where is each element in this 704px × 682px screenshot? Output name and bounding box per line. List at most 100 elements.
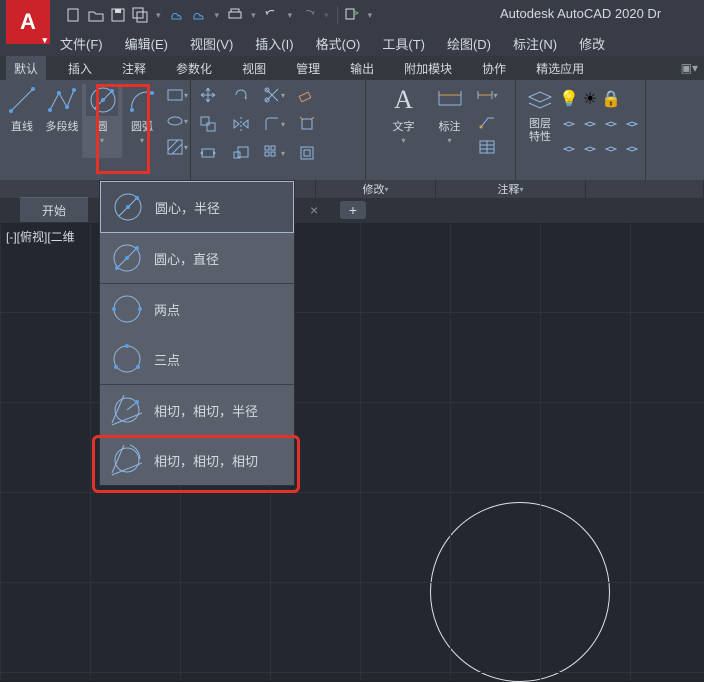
layer-icon[interactable] — [600, 113, 622, 135]
option-label: 圆心，半径 — [155, 198, 220, 217]
stretch-icon[interactable] — [197, 142, 219, 164]
copy-icon[interactable] — [197, 113, 219, 135]
cloud-open-icon[interactable] — [169, 7, 185, 23]
chevron-down-icon[interactable]: ▾ — [213, 10, 222, 21]
explode-icon[interactable] — [296, 113, 318, 135]
hatch-icon[interactable]: ▾ — [166, 136, 188, 158]
leader-icon[interactable] — [476, 110, 498, 132]
saveas-icon[interactable] — [132, 7, 148, 23]
circle-two-point[interactable]: 两点 — [100, 284, 294, 334]
panel-layers: 图层 特性 💡 ☀ 🔒 — [516, 80, 646, 180]
menu-file[interactable]: 文件(F) — [60, 34, 103, 53]
menu-dim[interactable]: 标注(N) — [513, 34, 557, 53]
open-icon[interactable] — [88, 7, 104, 23]
table-icon[interactable] — [476, 136, 498, 158]
line-button[interactable]: 直线 — [2, 84, 42, 158]
menu-draw[interactable]: 绘图(D) — [447, 34, 491, 53]
drawn-circle — [430, 502, 610, 682]
circle-center-diameter[interactable]: 圆心，直径 — [100, 233, 294, 283]
arc-button[interactable]: 圆弧 ▾ — [122, 84, 162, 158]
share-icon[interactable] — [344, 7, 360, 23]
linear-dim-icon[interactable]: ▾ — [476, 84, 498, 106]
layer-icon[interactable] — [558, 113, 580, 135]
option-label: 相切，相切，半径 — [154, 401, 258, 420]
line-label: 直线 — [11, 118, 33, 134]
option-label: 两点 — [154, 300, 180, 319]
tab-parametric[interactable]: 参数化 — [168, 56, 220, 81]
tab-start[interactable]: 开始 — [20, 197, 88, 223]
tab-manage[interactable]: 管理 — [288, 56, 328, 81]
circle-center-radius[interactable]: 圆心，半径 — [100, 181, 294, 233]
circle-button[interactable]: 圆 ▾ — [82, 84, 122, 158]
ribbon-options-icon[interactable]: ▣▾ — [681, 61, 698, 75]
tab-output[interactable]: 输出 — [342, 56, 382, 81]
tab-default[interactable]: 默认 — [6, 56, 46, 81]
layer-icon[interactable] — [621, 113, 643, 135]
ellipse-icon[interactable]: ▾ — [166, 110, 188, 132]
chevron-down-icon: ▾ — [140, 136, 144, 145]
tab-insert[interactable]: 插入 — [60, 56, 100, 81]
layer-icon[interactable] — [621, 138, 643, 160]
tab-view[interactable]: 视图 — [234, 56, 274, 81]
menu-edit[interactable]: 编辑(E) — [125, 34, 168, 53]
circle-three-point[interactable]: 三点 — [100, 334, 294, 384]
chevron-down-icon[interactable]: ▾ — [322, 10, 331, 21]
menu-modify[interactable]: 修改 — [579, 34, 605, 53]
array-icon[interactable]: ▾ — [263, 142, 285, 164]
chevron-down-icon[interactable]: ▾ — [154, 10, 163, 21]
print-icon[interactable] — [227, 7, 243, 23]
add-tab-button[interactable]: + — [340, 201, 366, 219]
modify-title[interactable]: 修改 — [362, 181, 384, 197]
rotate-icon[interactable] — [230, 84, 252, 106]
trim-icon[interactable]: ▾ — [263, 84, 285, 106]
undo-icon[interactable] — [264, 7, 280, 23]
cloud-save-icon[interactable] — [191, 7, 207, 23]
menu-format[interactable]: 格式(O) — [316, 34, 361, 53]
tab-addins[interactable]: 附加模块 — [396, 56, 460, 81]
fillet-icon[interactable]: ▾ — [263, 113, 285, 135]
layer-on-icon[interactable]: 💡 — [558, 88, 580, 110]
mirror-icon[interactable] — [230, 113, 252, 135]
chevron-down-icon: ▾ — [401, 136, 405, 145]
menu-view[interactable]: 视图(V) — [190, 34, 233, 53]
annot-title[interactable]: 注释 — [497, 181, 519, 197]
menu-tools[interactable]: 工具(T) — [382, 34, 425, 53]
layer-icon[interactable] — [579, 138, 601, 160]
panel-annotation: A 文字 ▾ 标注 ▾ ▾ — [366, 80, 516, 180]
move-icon[interactable] — [197, 84, 219, 106]
text-button[interactable]: A 文字 ▾ — [384, 84, 424, 158]
layer-freeze-icon[interactable]: ☀ — [579, 88, 601, 110]
menu-insert[interactable]: 插入(I) — [255, 34, 293, 53]
circle-label: 圆 — [97, 118, 108, 134]
layer-icon[interactable] — [579, 113, 601, 135]
new-icon[interactable] — [66, 7, 82, 23]
tab-annotate[interactable]: 注释 — [114, 56, 154, 81]
ribbon: 直线 多段线 圆 ▾ 圆弧 ▾ ▾ ▾ ▾ — [0, 80, 704, 180]
tab-collab[interactable]: 协作 — [474, 56, 514, 81]
viewport-label[interactable]: [-][俯视][二维 — [6, 228, 75, 245]
chevron-down-icon[interactable]: ▾ — [366, 10, 375, 21]
arc-label: 圆弧 — [131, 118, 153, 134]
layer-match-icon[interactable] — [558, 138, 580, 160]
scale-icon[interactable] — [230, 142, 252, 164]
circle-ttr[interactable]: 相切，相切，半径 — [100, 385, 294, 435]
ribbon-tabs: 默认 插入 注释 参数化 视图 管理 输出 附加模块 协作 精选应用 ▣▾ — [0, 56, 704, 80]
redo-icon[interactable] — [300, 7, 316, 23]
dim-label: 标注 — [439, 118, 461, 134]
tab-featured[interactable]: 精选应用 — [528, 56, 592, 81]
app-logo[interactable]: A▾ — [6, 0, 50, 44]
offset-icon[interactable] — [296, 142, 318, 164]
layer-properties-button[interactable]: 图层 特性 — [522, 84, 558, 144]
close-icon[interactable]: × — [310, 202, 318, 218]
chevron-down-icon: ▾ — [447, 136, 451, 145]
layer-lock-icon[interactable]: 🔒 — [600, 88, 622, 110]
circle-ttt[interactable]: 相切，相切，相切 — [100, 435, 294, 485]
rect-icon[interactable]: ▾ — [166, 84, 188, 106]
layer-icon[interactable] — [600, 138, 622, 160]
save-icon[interactable] — [110, 7, 126, 23]
polyline-button[interactable]: 多段线 — [42, 84, 82, 158]
chevron-down-icon[interactable]: ▾ — [286, 10, 295, 21]
erase-icon[interactable] — [296, 84, 318, 106]
dim-button[interactable]: 标注 ▾ — [430, 84, 470, 158]
chevron-down-icon[interactable]: ▾ — [249, 10, 258, 21]
